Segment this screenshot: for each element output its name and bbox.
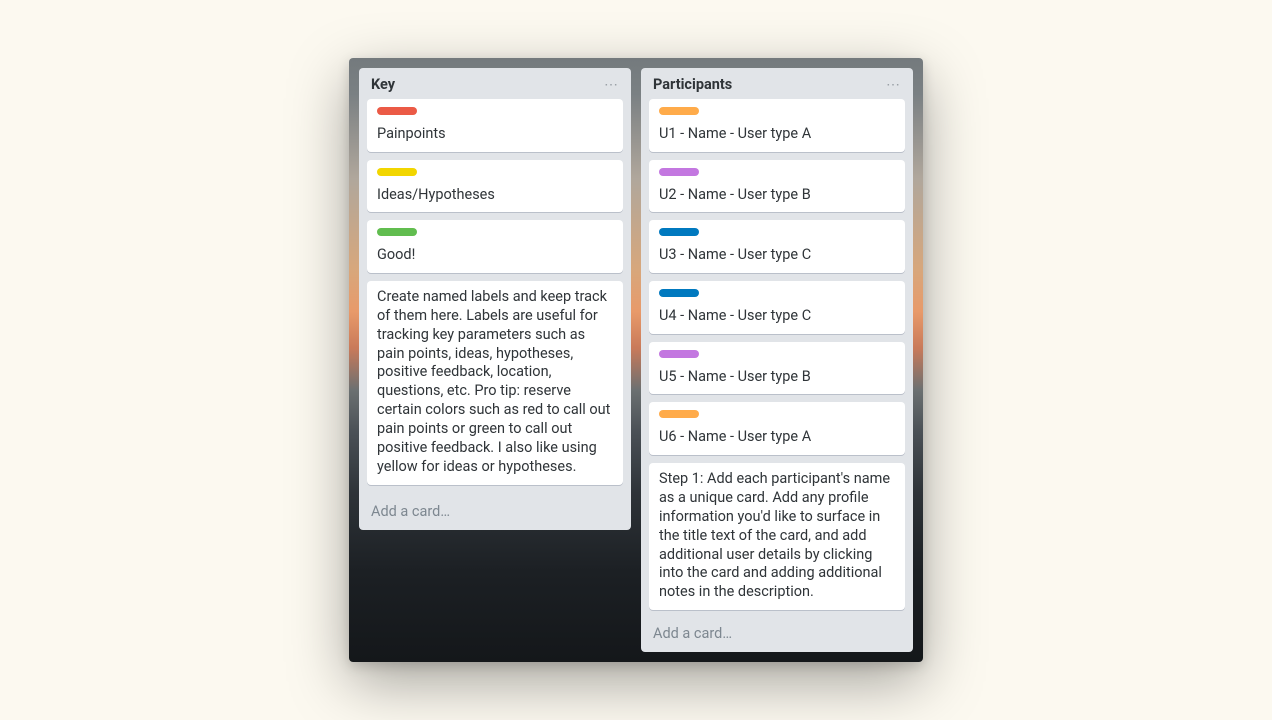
card[interactable]: Painpoints (367, 99, 623, 152)
card[interactable]: U1 - Name - User type A (649, 99, 905, 152)
card-title: U3 - Name - User type C (659, 246, 811, 263)
list-participants: Participants ⋯ U1 - Name - User type A U… (641, 68, 913, 652)
board-window: Key ⋯ Painpoints Ideas/Hypotheses Good! … (349, 58, 923, 662)
list-title[interactable]: Key (371, 76, 600, 93)
list-cards[interactable]: U1 - Name - User type A U2 - Name - User… (641, 99, 913, 617)
add-card-button[interactable]: Add a card… (641, 617, 913, 652)
label-orange-icon (659, 107, 699, 115)
card-title: U2 - Name - User type B (659, 186, 811, 203)
list-menu-icon[interactable]: ⋯ (600, 78, 623, 92)
label-orange-icon (659, 410, 699, 418)
card-title: U6 - Name - User type A (659, 428, 811, 445)
card[interactable]: U3 - Name - User type C (649, 220, 905, 273)
card[interactable]: Good! (367, 220, 623, 273)
list-cards: Painpoints Ideas/Hypotheses Good! Create… (359, 99, 631, 495)
card-title: U5 - Name - User type B (659, 368, 811, 385)
list-menu-icon[interactable]: ⋯ (882, 78, 905, 92)
card[interactable]: U2 - Name - User type B (649, 160, 905, 213)
label-blue-icon (659, 228, 699, 236)
card-title: Step 1: Add each participant's name as a… (659, 470, 890, 600)
card[interactable]: U5 - Name - User type B (649, 342, 905, 395)
card-title: Good! (377, 246, 415, 263)
list-title[interactable]: Participants (653, 76, 882, 93)
label-blue-icon (659, 289, 699, 297)
list-key: Key ⋯ Painpoints Ideas/Hypotheses Good! … (359, 68, 631, 530)
card[interactable]: Step 1: Add each participant's name as a… (649, 463, 905, 610)
label-purple-icon (659, 350, 699, 358)
label-green-icon (377, 228, 417, 236)
label-purple-icon (659, 168, 699, 176)
list-header: Key ⋯ (359, 68, 631, 99)
label-yellow-icon (377, 168, 417, 176)
add-card-button[interactable]: Add a card… (359, 495, 631, 530)
card-title: Ideas/Hypotheses (377, 186, 495, 203)
card-title: U4 - Name - User type C (659, 307, 811, 324)
card[interactable]: U4 - Name - User type C (649, 281, 905, 334)
label-red-icon (377, 107, 417, 115)
list-header: Participants ⋯ (641, 68, 913, 99)
card-title: U1 - Name - User type A (659, 125, 811, 142)
card[interactable]: U6 - Name - User type A (649, 402, 905, 455)
card-title: Create named labels and keep track of th… (377, 288, 610, 475)
board: Key ⋯ Painpoints Ideas/Hypotheses Good! … (349, 58, 923, 662)
card[interactable]: Ideas/Hypotheses (367, 160, 623, 213)
card-title: Painpoints (377, 125, 446, 142)
card[interactable]: Create named labels and keep track of th… (367, 281, 623, 484)
